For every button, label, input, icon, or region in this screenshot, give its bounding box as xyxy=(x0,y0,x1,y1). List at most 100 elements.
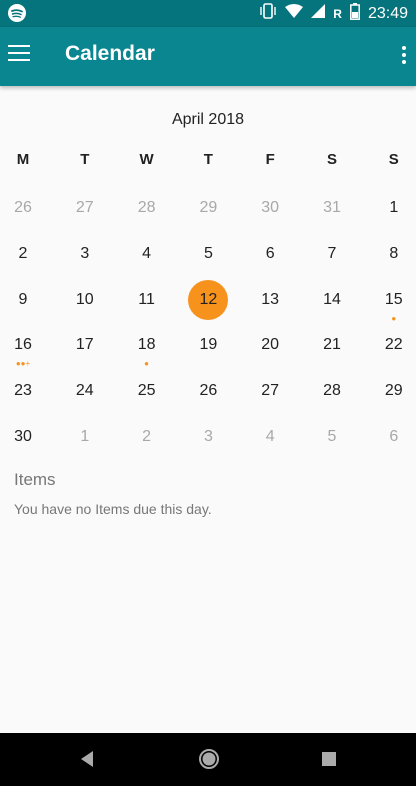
overflow-menu-icon[interactable] xyxy=(400,46,408,66)
day-number: 30 xyxy=(14,428,32,445)
day-number: 19 xyxy=(199,336,218,354)
day-number: 26 xyxy=(199,382,218,400)
day-cell[interactable]: 18 ● xyxy=(127,325,167,368)
day-cell[interactable]: 23 xyxy=(3,371,43,411)
day-number: 30 xyxy=(261,199,280,216)
day-number: 11 xyxy=(138,290,155,308)
weekday-label: F xyxy=(265,151,275,168)
day-number: 13 xyxy=(261,290,280,308)
weekday-label: S xyxy=(326,151,337,168)
clock: 23:49 xyxy=(367,5,408,22)
day-number: 6 xyxy=(389,428,399,445)
day-number: 26 xyxy=(14,199,32,216)
day-cell[interactable]: 9 xyxy=(3,280,43,320)
day-number: 5 xyxy=(327,428,337,445)
day-cell[interactable]: 26 xyxy=(3,188,43,228)
day-number: 23 xyxy=(14,382,32,400)
day-cell[interactable]: 13 xyxy=(250,280,290,320)
day-cell[interactable]: 27 xyxy=(65,188,105,228)
day-cell[interactable]: 24 xyxy=(65,371,105,411)
day-cell[interactable]: 14 xyxy=(312,280,352,320)
items-heading: Items xyxy=(14,470,56,489)
day-cell[interactable]: 26 xyxy=(188,371,228,411)
day-cell[interactable]: 1 xyxy=(65,417,105,457)
day-number: 20 xyxy=(261,336,280,354)
day-cell[interactable]: 22 xyxy=(374,325,414,365)
day-cell[interactable]: 25 xyxy=(127,371,167,411)
day-number: 25 xyxy=(137,382,156,400)
items-empty-message: You have no Items due this day. xyxy=(14,501,212,517)
spotify-icon xyxy=(8,4,26,22)
day-number: 2 xyxy=(142,428,152,445)
battery-icon xyxy=(350,2,360,25)
day-number: 29 xyxy=(199,199,218,216)
weekday-label: T xyxy=(80,151,90,168)
day-cell[interactable]: 21 xyxy=(312,325,352,365)
day-cell-selected[interactable]: 12 xyxy=(188,279,229,320)
day-cell[interactable]: 30 xyxy=(3,417,43,457)
day-number: 27 xyxy=(261,382,280,400)
day-cell[interactable]: 8 xyxy=(374,234,414,274)
day-number: 9 xyxy=(18,290,28,308)
day-number: 4 xyxy=(142,244,152,262)
day-cell[interactable]: 6 xyxy=(250,234,290,274)
day-cell[interactable]: 28 xyxy=(127,188,167,228)
navigation-bar xyxy=(0,733,416,786)
day-number: 14 xyxy=(323,290,341,308)
day-number: 10 xyxy=(75,290,94,308)
day-number: 22 xyxy=(384,336,403,354)
day-cell[interactable]: 3 xyxy=(65,234,105,274)
recents-icon[interactable] xyxy=(321,751,337,772)
day-number: 6 xyxy=(265,244,275,262)
day-cell[interactable]: 28 xyxy=(312,371,352,411)
month-label: April 2018 xyxy=(171,111,245,128)
day-number: 1 xyxy=(80,428,90,445)
day-cell[interactable]: 3 xyxy=(188,417,228,457)
day-cell[interactable]: 11 xyxy=(127,280,167,320)
day-cell[interactable]: 17 xyxy=(65,325,105,365)
day-number: 31 xyxy=(323,199,341,216)
day-cell[interactable]: 1 xyxy=(374,188,414,228)
weekday-header-row: MTWTFSS xyxy=(0,151,416,173)
day-cell[interactable]: 5 xyxy=(188,234,228,274)
day-cell[interactable]: 29 xyxy=(374,371,414,411)
menu-icon[interactable] xyxy=(8,45,30,63)
day-cell[interactable]: 6 xyxy=(374,417,414,457)
day-cell[interactable]: 27 xyxy=(250,371,290,411)
day-cell[interactable]: 2 xyxy=(3,234,43,274)
day-number: 12 xyxy=(199,290,218,308)
day-cell[interactable]: 10 xyxy=(65,280,105,320)
day-number: 28 xyxy=(137,199,156,216)
day-number: 5 xyxy=(203,244,213,262)
day-cell[interactable]: 31 xyxy=(312,188,352,228)
day-cell[interactable]: 5 xyxy=(312,417,352,457)
day-number: 3 xyxy=(80,244,90,262)
day-number: 4 xyxy=(265,428,275,445)
day-cell[interactable]: 16 ●●+ xyxy=(3,325,43,368)
day-cell[interactable]: 4 xyxy=(127,234,167,274)
day-cell[interactable]: 30 xyxy=(250,188,290,228)
day-cell[interactable]: 19 xyxy=(188,325,228,365)
day-cell[interactable]: 29 xyxy=(188,188,228,228)
network-letter: R xyxy=(333,6,342,21)
wifi-icon xyxy=(285,4,304,23)
day-cell[interactable]: 7 xyxy=(312,234,352,274)
weekday-label: M xyxy=(16,151,30,168)
day-cell[interactable]: 2 xyxy=(127,417,167,457)
day-number: 1 xyxy=(389,199,399,216)
event-dots: ● xyxy=(391,313,397,323)
weekday-label: S xyxy=(388,151,399,168)
home-icon[interactable] xyxy=(198,748,220,775)
day-cell[interactable]: 4 xyxy=(250,417,290,457)
back-icon[interactable] xyxy=(79,749,95,774)
day-cell[interactable]: 20 xyxy=(250,325,290,365)
day-number: 27 xyxy=(75,199,94,216)
signal-icon xyxy=(311,4,326,23)
day-number: 28 xyxy=(323,382,341,400)
day-cell[interactable]: 15 ● xyxy=(374,280,414,323)
day-number: 8 xyxy=(389,244,399,262)
day-number: 29 xyxy=(384,382,403,400)
weekday-label: W xyxy=(139,151,154,168)
day-number: 24 xyxy=(75,382,94,400)
vibrate-icon xyxy=(259,3,277,24)
